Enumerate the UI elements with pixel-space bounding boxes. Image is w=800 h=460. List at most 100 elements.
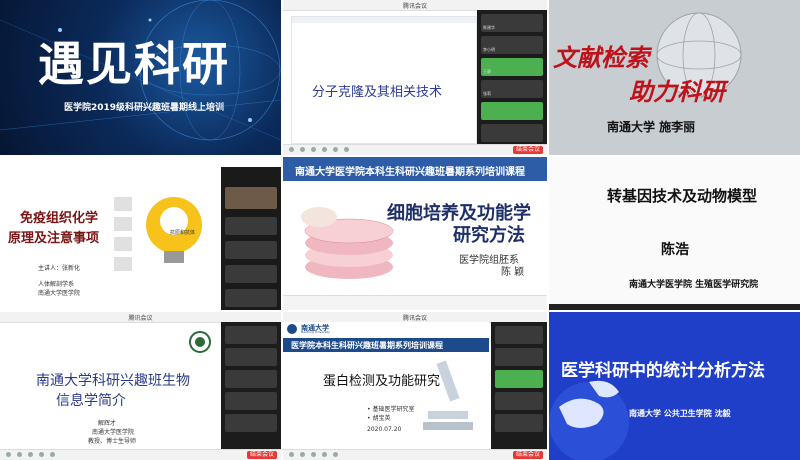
participant-video[interactable]: 李小明	[481, 36, 543, 54]
window-title: 腾讯会议	[128, 315, 153, 322]
participant-video[interactable]	[225, 348, 277, 366]
end-meeting-button[interactable]: 结束会议	[246, 451, 277, 459]
lightbulb-icon	[114, 197, 202, 271]
share-icon[interactable]	[28, 452, 33, 457]
title-line-2: 原理及注意事项	[8, 231, 100, 246]
participant-video[interactable]	[495, 326, 543, 344]
participant-video[interactable]	[225, 370, 277, 388]
end-meeting-button[interactable]: 结束会议	[512, 146, 543, 154]
mic-icon[interactable]	[289, 452, 294, 457]
participant-video[interactable]: 王静	[481, 58, 543, 76]
dept-line-2: 南通大学医学院	[38, 290, 81, 297]
microscope-image	[423, 360, 473, 430]
participant-video[interactable]	[481, 102, 543, 120]
progress-bar[interactable]	[549, 304, 800, 310]
title-line-2: 助力科研	[629, 77, 725, 106]
author: 南通大学 施李丽	[607, 120, 696, 134]
participant-video[interactable]	[495, 370, 543, 388]
end-meeting-button[interactable]: 结束会议	[512, 451, 543, 459]
share-icon[interactable]	[311, 147, 316, 152]
meeting-collage: 遇见科研 医学院2019级科研兴趣班暑期线上培训 腾讯会议 分子克隆及其相关技术…	[0, 0, 800, 460]
tile-yujian-keyan: 遇见科研 医学院2019级科研兴趣班暑期线上培训	[0, 0, 281, 155]
bulb-label: 抗原和抗体	[170, 230, 196, 236]
participant-video[interactable]	[225, 265, 277, 283]
header-text: 南通大学医学院本科生科研兴趣班暑期系列培训课程	[295, 167, 525, 178]
slide-title: 蛋白检测及功能研究	[323, 374, 441, 389]
role: 教授、博士生导师	[88, 438, 137, 445]
window-title: 腾讯会议	[402, 3, 428, 10]
world-map-graphic	[549, 380, 629, 460]
chat-icon[interactable]	[50, 452, 55, 457]
tile-literature-search: 文献检索 助力科研 南通大学 施李丽	[549, 0, 800, 155]
tile-molecular-cloning: 腾讯会议 分子克隆及其相关技术 陈建华 李小明 王静 张莉 结束会议	[283, 0, 547, 155]
speaker: 陈浩	[661, 242, 689, 258]
tile-transgenic: 转基因技术及动物模型 陈浩 南通大学医学院 生殖医学研究院	[549, 157, 800, 310]
participant-video[interactable]	[481, 124, 543, 142]
title-line-1: 南通大学科研兴趣班生物	[36, 373, 190, 389]
camera-icon[interactable]	[17, 452, 22, 457]
university-logo-icon	[287, 324, 297, 334]
slide-area: 转基因技术及动物模型 陈浩 南通大学医学院 生殖医学研究院	[549, 157, 800, 304]
affiliation: 南通大学医学院	[92, 429, 135, 436]
tile-protein-detection: 腾讯会议 南通大学 Nantong University 医学院本科生科研兴趣班…	[283, 312, 547, 460]
participant-panel[interactable]	[221, 167, 281, 310]
dept-line-1: 人体解剖学系	[38, 281, 75, 288]
tile-cell-culture: 南通大学医学院本科生科研兴趣班暑期系列培训课程 细胞培养及功能学 研究方法 医学…	[283, 157, 547, 310]
speaker: 陈 颖	[501, 267, 525, 278]
participant-video[interactable]	[495, 348, 543, 366]
mic-icon[interactable]	[6, 452, 11, 457]
tile-subtitle: 医学院2019级科研兴趣班暑期线上培训	[64, 103, 225, 113]
slide-header: 医学院本科生科研兴趣班暑期系列培训课程	[283, 338, 489, 352]
members-icon[interactable]	[39, 452, 44, 457]
slide-title: 医学科研中的统计分析方法	[561, 361, 765, 381]
chat-icon[interactable]	[333, 147, 338, 152]
title-line-2: 研究方法	[453, 225, 525, 246]
share-icon[interactable]	[311, 452, 316, 457]
slide-title: 转基因技术及动物模型	[607, 187, 758, 205]
participant-panel[interactable]: 陈建华 李小明 王静 张莉	[477, 10, 547, 145]
slide-area: 南通大学 Nantong University 医学院本科生科研兴趣班暑期系列培…	[283, 322, 489, 450]
tile-statistics: 医学科研中的统计分析方法 南通大学 公共卫生学院 沈毅	[549, 312, 800, 460]
title-line-2: 信息学简介	[56, 393, 126, 409]
meeting-toolbar: 结束会议	[283, 144, 547, 155]
bullet-1: • 基础医学研究室	[367, 406, 415, 413]
date: 2020.07.20	[367, 426, 402, 433]
meeting-toolbar: 结束会议	[283, 449, 547, 460]
participant-video[interactable]	[225, 241, 277, 259]
record-icon[interactable]	[344, 147, 349, 152]
participant-panel[interactable]	[491, 322, 547, 450]
participant-video[interactable]	[225, 217, 277, 235]
members-icon[interactable]	[322, 452, 327, 457]
title-line-1: 文献检索	[553, 43, 649, 72]
camera-icon[interactable]	[300, 452, 305, 457]
participant-video[interactable]	[225, 289, 277, 307]
presenter-video[interactable]	[225, 187, 277, 209]
participant-video[interactable]	[225, 326, 277, 344]
mic-icon[interactable]	[289, 147, 294, 152]
header-text: 医学院本科生科研兴趣班暑期系列培训课程	[291, 341, 443, 350]
participant-video[interactable]	[225, 414, 277, 432]
participant-panel[interactable]	[221, 322, 281, 450]
slide-header: 南通大学医学院本科生科研兴趣班暑期系列培训课程	[283, 157, 547, 181]
speaker: 主讲人：张新化	[38, 265, 81, 272]
chat-icon[interactable]	[333, 452, 338, 457]
tile-bioinformatics: 腾讯会议 南通大学科研兴趣班生物 信息学简介 解辉才 南通大学医学院 教授、博士…	[0, 312, 281, 460]
petri-dish-image	[301, 207, 394, 279]
slide-area: 免疫组织化学 原理及注意事项 主讲人：张新化 人体解剖学系 南通大学医学院 抗原…	[0, 167, 214, 310]
university-logo-icon	[189, 331, 211, 353]
affiliation: 南通大学医学院 生殖医学研究院	[629, 280, 759, 290]
participant-video[interactable]: 陈建华	[481, 14, 543, 32]
camera-icon[interactable]	[300, 147, 305, 152]
title-line-1: 免疫组织化学	[20, 211, 99, 226]
participant-video[interactable]	[495, 392, 543, 410]
participant-video[interactable]	[495, 414, 543, 432]
affiliation: 南通大学 公共卫生学院 沈毅	[629, 409, 731, 418]
participant-video[interactable]: 张莉	[481, 80, 543, 98]
participant-video[interactable]	[225, 392, 277, 410]
members-icon[interactable]	[322, 147, 327, 152]
tile-immunohistochemistry: 免疫组织化学 原理及注意事项 主讲人：张新化 人体解剖学系 南通大学医学院 抗原…	[0, 157, 281, 310]
meeting-toolbar: 结束会议	[0, 449, 281, 460]
meeting-toolbar	[283, 295, 547, 310]
slide-area: 分子克隆及其相关技术	[291, 16, 477, 144]
bullet-2: • 胡宝英	[367, 415, 391, 422]
